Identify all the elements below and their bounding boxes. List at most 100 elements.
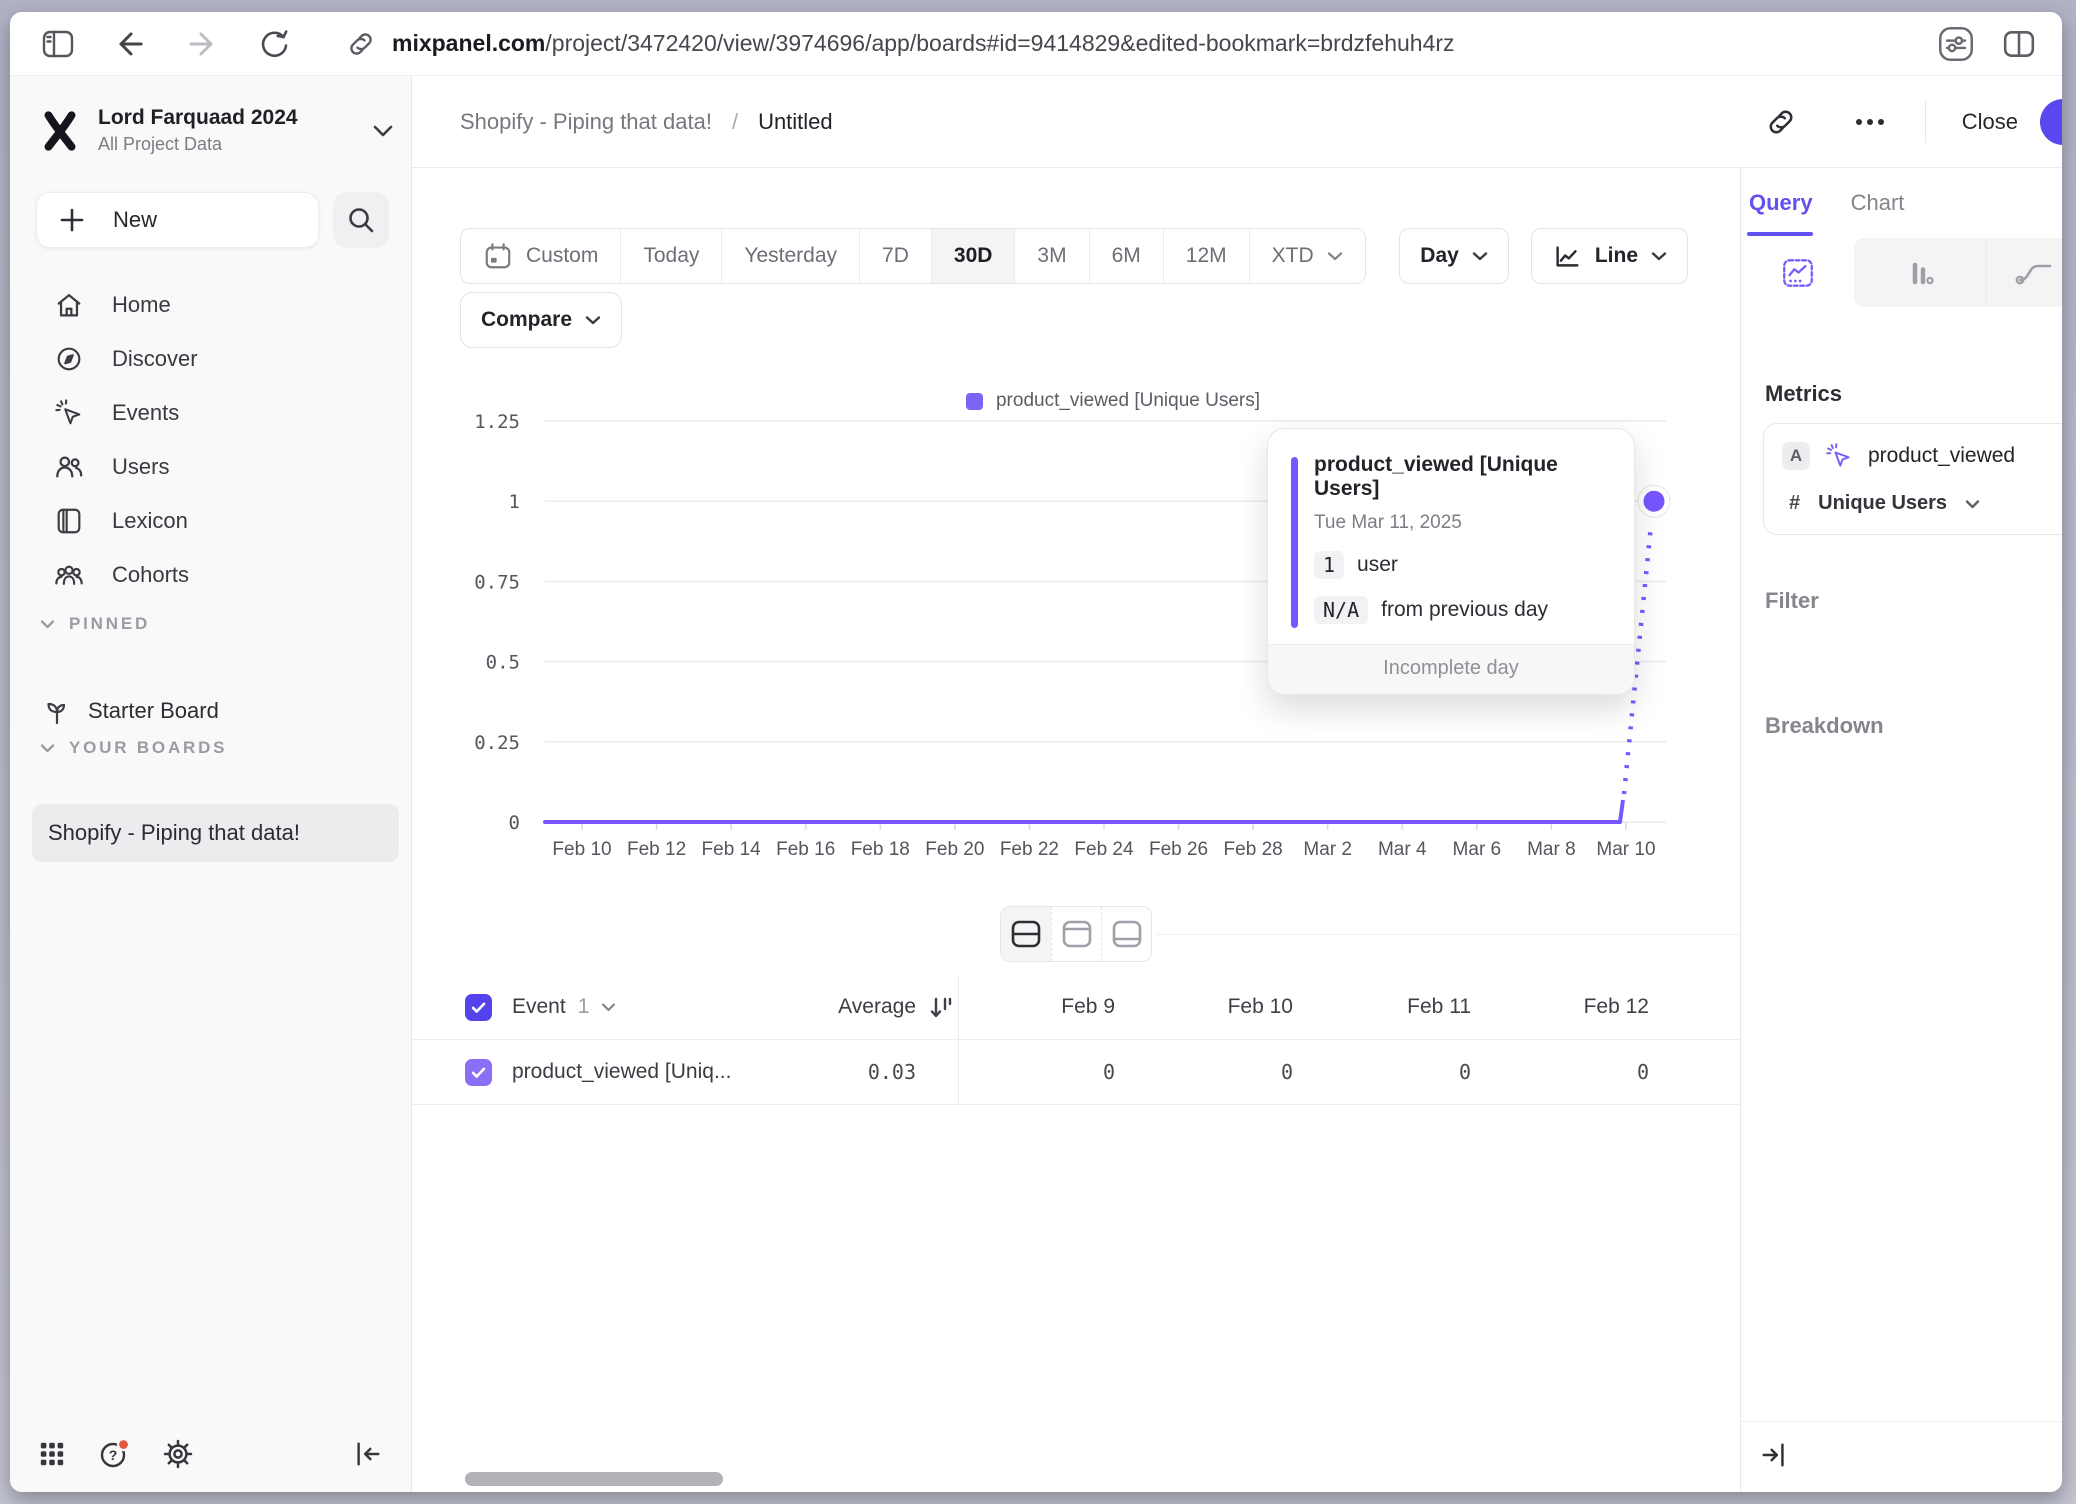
metric-event-name[interactable]: product_viewed [1868, 444, 2015, 468]
report-header: Shopify - Piping that data! / Untitled [412, 76, 2062, 168]
line-chart-icon [1552, 241, 1582, 271]
collapse-sidebar-icon[interactable] [353, 1439, 383, 1469]
tab-query[interactable]: Query [1749, 190, 1813, 216]
chart-type-dropdown[interactable]: Line [1531, 228, 1688, 284]
granularity-dropdown[interactable]: Day [1399, 228, 1509, 284]
browser-settings-icon[interactable] [1938, 26, 1974, 62]
save-button-clipped[interactable] [2040, 99, 2062, 145]
back-icon[interactable] [114, 29, 146, 59]
browser-split-view-icon[interactable] [2002, 29, 2036, 59]
tooltip-date: Tue Mar 11, 2025 [1314, 512, 1608, 534]
gear-icon[interactable] [162, 1438, 194, 1470]
copy-link-icon[interactable] [1765, 106, 1797, 138]
results-table: Event 1 Average Fe [412, 975, 1740, 1105]
date-range-picker: Custom Today Yesterday 7D 30D 3M 6M 12M … [460, 228, 1366, 284]
range-yesterday[interactable]: Yesterday [722, 229, 860, 283]
range-xtd[interactable]: XTD [1250, 229, 1365, 283]
help-icon[interactable]: ? [98, 1438, 130, 1470]
report-canvas: Custom Today Yesterday 7D 30D 3M 6M 12M … [412, 168, 1740, 1492]
your-boards-section-header[interactable]: YOUR BOARDS [10, 738, 227, 758]
event-count: 1 [578, 995, 590, 1019]
sidebar-item-home[interactable]: Home [10, 278, 411, 332]
browser-toolbar: mixpanel.com/project/3472420/view/397469… [10, 12, 2062, 76]
tooltip-value: 1 [1314, 551, 1344, 579]
workspace-switcher[interactable]: Lord Farquaad 2024 All Project Data [38, 106, 393, 155]
breadcrumb-report[interactable]: Untitled [758, 109, 833, 135]
layout-chart-only-button[interactable] [1051, 907, 1101, 961]
chevron-down-icon [585, 315, 601, 325]
breadcrumb-board[interactable]: Shopify - Piping that data! [460, 109, 712, 135]
range-6m[interactable]: 6M [1090, 229, 1164, 283]
metric-card[interactable]: A product_viewed # Unique Users [1763, 423, 2062, 535]
range-label: 30D [954, 244, 993, 268]
tooltip-unit: user [1357, 553, 1398, 577]
reload-icon[interactable] [258, 28, 290, 60]
svg-text:Mar 6: Mar 6 [1453, 839, 1502, 860]
cursor-click-icon [54, 398, 84, 428]
browser-sidebar-toggle-icon[interactable] [42, 29, 74, 59]
active-tab-underline [1747, 232, 1813, 236]
flows-tab-clipped[interactable] [1986, 238, 2062, 307]
aggregation-selector[interactable]: Unique Users [1818, 492, 1947, 515]
url-link-icon [346, 29, 376, 59]
sidebar-item-users[interactable]: Users [10, 440, 411, 494]
breakdown-section-title[interactable]: Breakdown [1765, 713, 1884, 739]
sort-icon[interactable] [916, 994, 958, 1021]
close-button[interactable]: Close [1962, 109, 2018, 135]
chevron-down-icon[interactable] [601, 1002, 616, 1012]
range-label: 6M [1112, 244, 1141, 268]
select-all-checkbox[interactable] [465, 994, 492, 1021]
sidebar-item-cohorts[interactable]: Cohorts [10, 548, 411, 602]
sidebar-footer: ? [10, 1416, 411, 1492]
layout-split-button[interactable] [1001, 907, 1051, 961]
average-column-header[interactable]: Average [762, 995, 916, 1019]
range-today[interactable]: Today [621, 229, 722, 283]
svg-text:Mar 4: Mar 4 [1378, 839, 1427, 860]
range-3m[interactable]: 3M [1015, 229, 1089, 283]
apps-grid-icon[interactable] [38, 1440, 66, 1468]
sidebar-item-label: Discover [112, 346, 198, 372]
row-value: 0 [1293, 1060, 1471, 1084]
range-7d[interactable]: 7D [860, 229, 932, 283]
sidebar-item-shopify-board[interactable]: Shopify - Piping that data! [32, 804, 399, 862]
filter-section-title[interactable]: Filter [1765, 588, 1819, 614]
insights-tab-active[interactable] [1741, 238, 1854, 307]
row-value: 0 [1115, 1060, 1293, 1084]
more-options-icon[interactable] [1855, 118, 1885, 126]
your-boards-title: YOUR BOARDS [69, 738, 227, 758]
svg-text:1.25: 1.25 [474, 411, 520, 433]
layout-toggle-group [1000, 906, 1152, 962]
svg-text:Feb 16: Feb 16 [776, 839, 835, 860]
collapse-panel-icon[interactable] [1759, 1440, 1789, 1470]
svg-text:Feb 28: Feb 28 [1224, 839, 1283, 860]
pinned-section-header[interactable]: PINNED [10, 614, 150, 634]
tab-chart[interactable]: Chart [1851, 190, 1905, 216]
search-button[interactable] [333, 192, 389, 248]
cohorts-icon [54, 560, 84, 590]
new-button[interactable]: New [36, 192, 319, 248]
url-host: mixpanel.com [392, 30, 545, 56]
range-12m[interactable]: 12M [1164, 229, 1250, 283]
row-value: 0 [958, 1060, 1115, 1084]
compare-dropdown[interactable]: Compare [460, 292, 622, 348]
forward-icon[interactable] [186, 29, 218, 59]
url-bar[interactable]: mixpanel.com/project/3472420/view/397469… [346, 29, 1938, 59]
row-event-name: product_viewed [Uniq... [512, 1060, 731, 1084]
chart-tooltip: product_viewed [Unique Users] Tue Mar 11… [1267, 428, 1635, 695]
range-30d-active[interactable]: 30D [932, 229, 1016, 283]
row-checkbox[interactable] [465, 1059, 492, 1086]
event-column-header[interactable]: Event [512, 995, 566, 1019]
sidebar-item-discover[interactable]: Discover [10, 332, 411, 386]
layout-table-only-button[interactable] [1101, 907, 1151, 961]
range-custom[interactable]: Custom [461, 229, 621, 283]
url-text: mixpanel.com/project/3472420/view/397469… [392, 30, 1455, 57]
horizontal-scrollbar[interactable] [465, 1472, 723, 1486]
funnels-tab[interactable] [1854, 238, 1986, 307]
sidebar-item-starter-board[interactable]: Starter Board [10, 684, 411, 738]
svg-text:0.25: 0.25 [474, 732, 520, 754]
sidebar-item-lexicon[interactable]: Lexicon [10, 494, 411, 548]
date-column-header: Feb 10 [1115, 995, 1293, 1019]
sidebar-item-events[interactable]: Events [10, 386, 411, 440]
workspace-name: Lord Farquaad 2024 [98, 106, 298, 130]
table-row[interactable]: product_viewed [Uniq... 0.03 0 0 0 0 [412, 1040, 1740, 1105]
